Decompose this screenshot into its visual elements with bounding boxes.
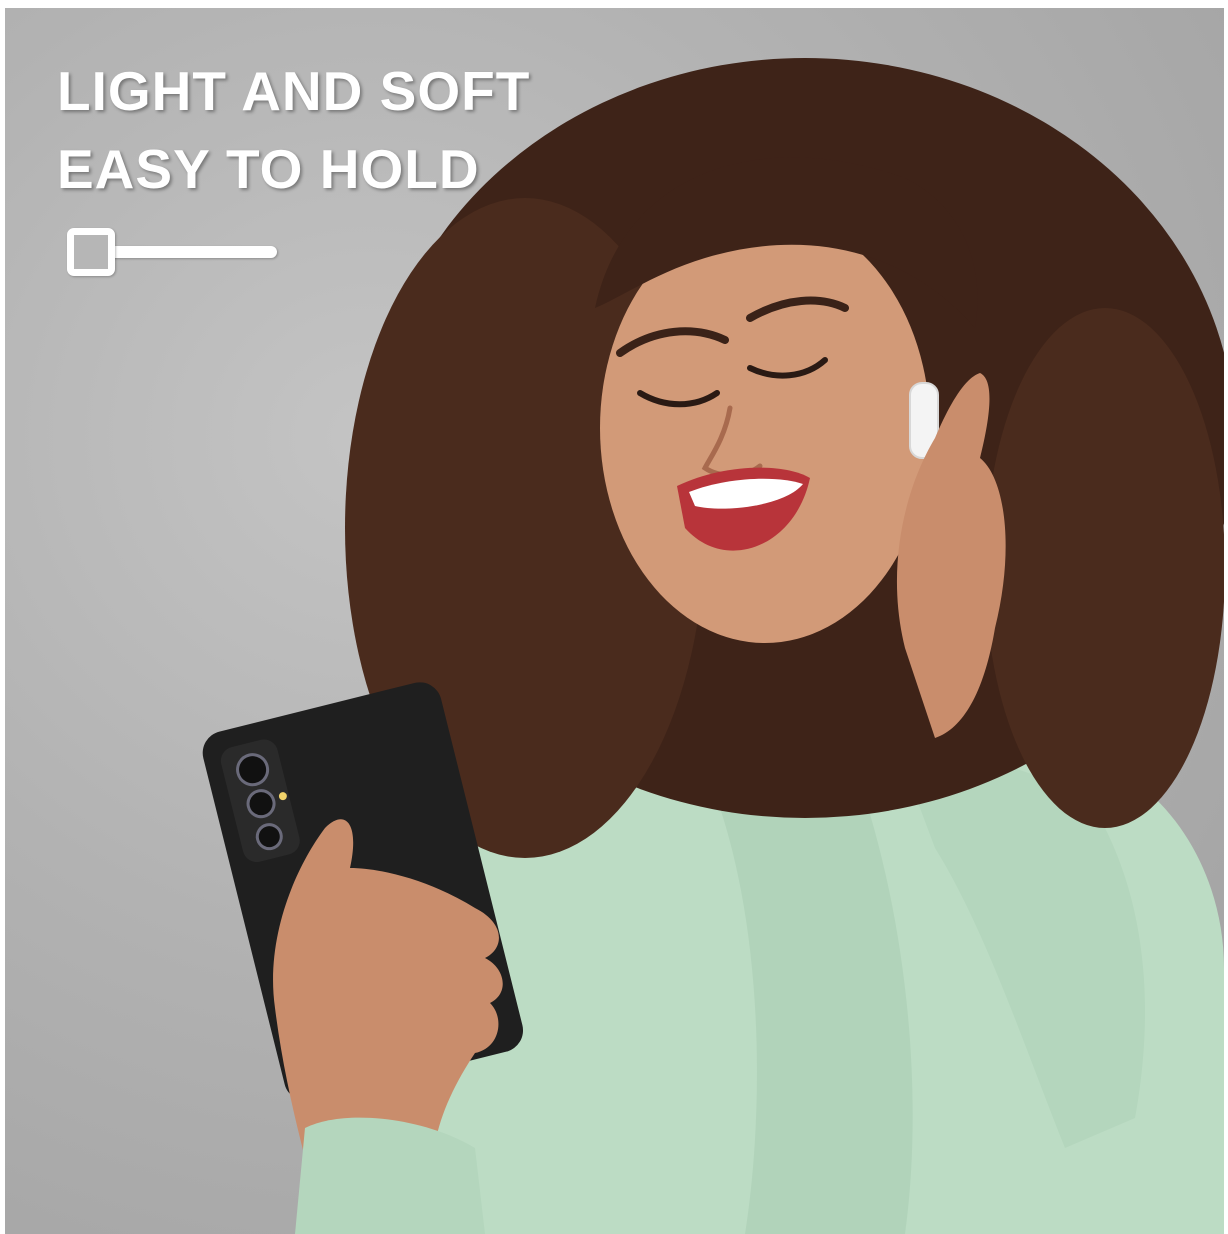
headline-line-1: LIGHT AND SOFT <box>57 60 531 122</box>
product-banner: LIGHT AND SOFT EASY TO HOLD <box>0 0 1228 1234</box>
softness-slider[interactable] <box>67 228 279 278</box>
rounded-square-knob-icon[interactable] <box>67 228 115 276</box>
headline-line-2: EASY TO HOLD <box>57 138 480 200</box>
hair-right-curls <box>985 308 1224 828</box>
headline: LIGHT AND SOFT EASY TO HOLD <box>57 52 530 208</box>
slider-track <box>107 246 277 258</box>
lifestyle-photo: LIGHT AND SOFT EASY TO HOLD <box>5 8 1224 1234</box>
